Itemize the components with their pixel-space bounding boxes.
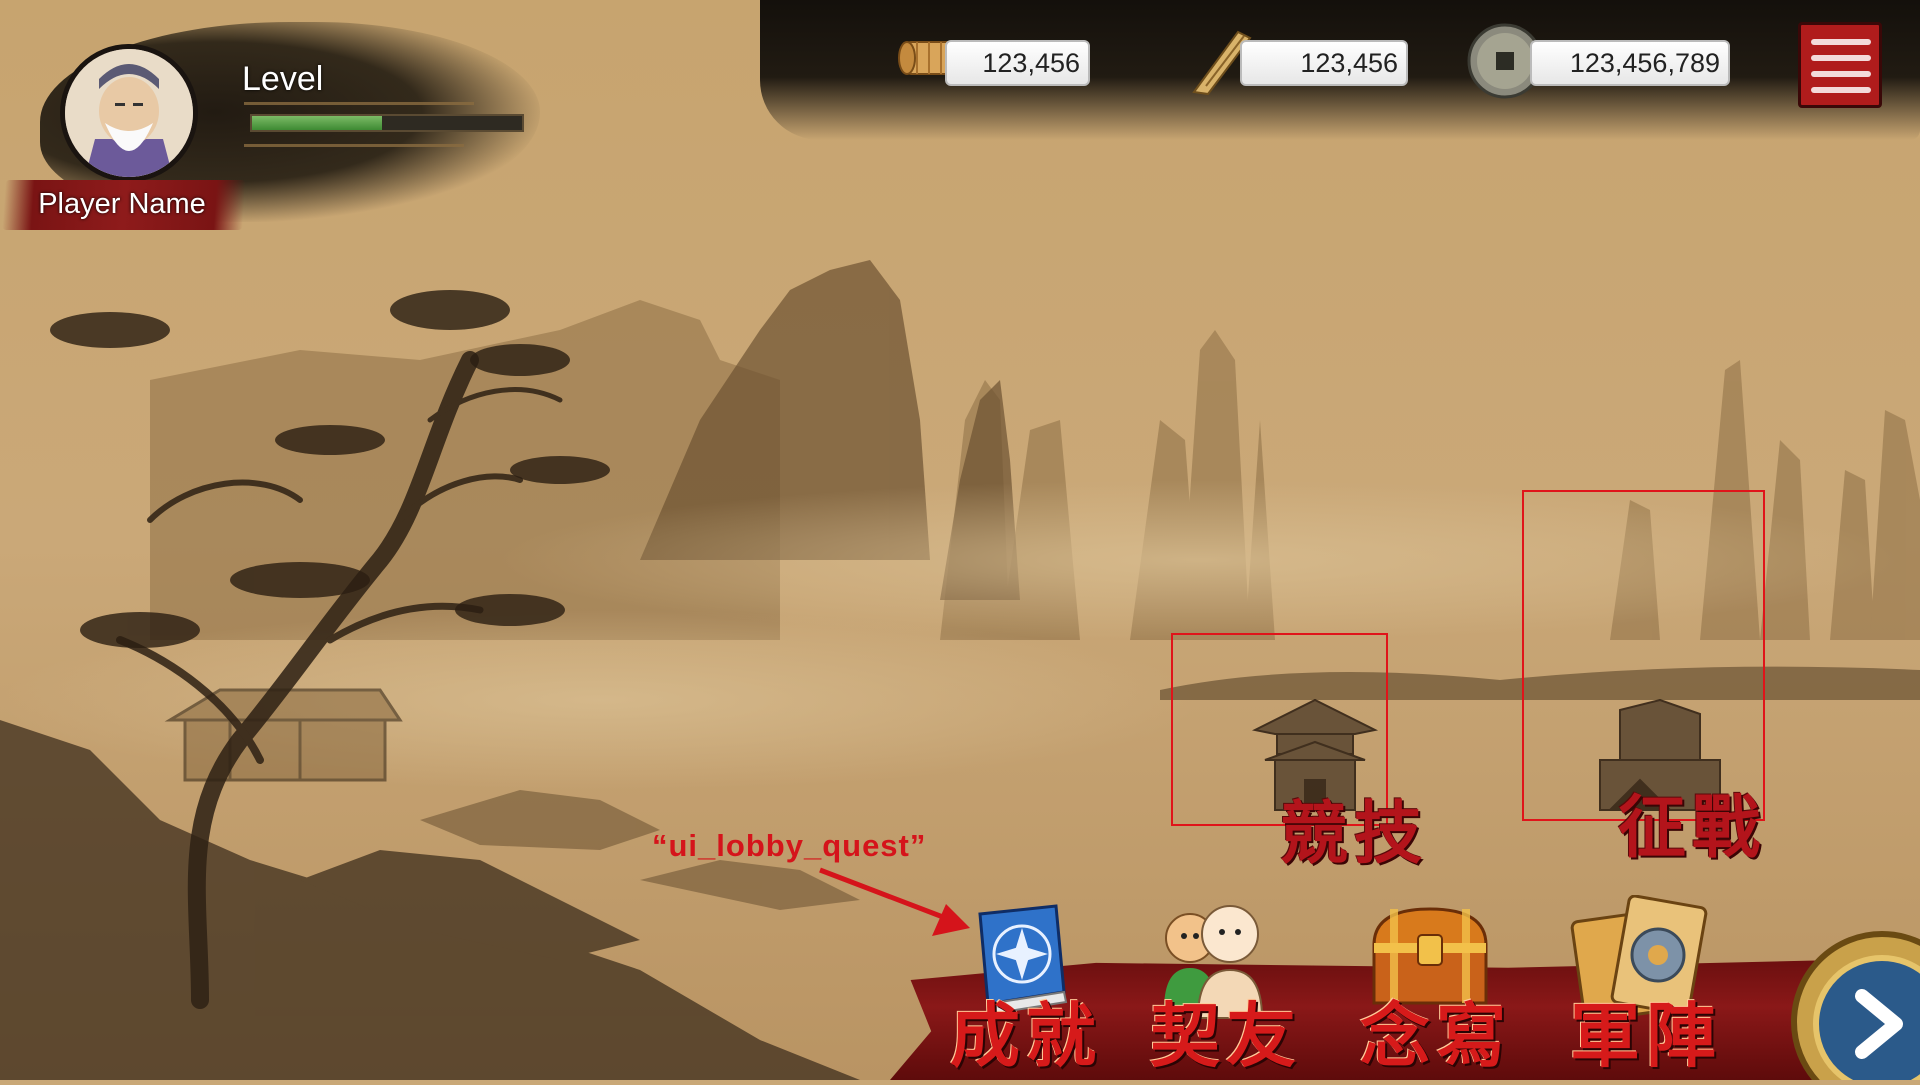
menu-icon (1811, 55, 1871, 61)
scroll-count: 123,456 (945, 40, 1090, 86)
arena-label: 競技 (1280, 794, 1429, 874)
bamboo-slip-count: 123,456 (1240, 40, 1408, 86)
formation-label: 軍陣 (1570, 994, 1722, 1077)
annotation-label: “ui_lobby_quest” (652, 828, 927, 863)
menu-icon (1811, 39, 1871, 45)
quest-label: 成就 (950, 994, 1102, 1077)
level-progress-bar (250, 114, 524, 132)
level-progress-fill (252, 116, 382, 130)
brush-stroke-divider (244, 102, 474, 105)
next-page-button[interactable] (1782, 912, 1920, 1085)
main-menu-button[interactable] (1798, 22, 1882, 108)
friends-label: 契友 (1150, 994, 1302, 1077)
player-panel: Level Player Name (0, 0, 560, 240)
gacha-label: 念寫 (1360, 994, 1512, 1077)
player-avatar[interactable] (60, 44, 198, 182)
brush-stroke-divider (244, 144, 464, 147)
campaign-label: 征戰 (1618, 788, 1767, 868)
coin-count: 123,456,789 (1530, 40, 1730, 86)
chevron-right-icon (1791, 931, 1920, 1085)
menu-icon (1811, 71, 1871, 77)
annotation-arrow-icon (819, 867, 970, 936)
player-name: Player Name (38, 188, 206, 220)
level-label: Level (242, 60, 324, 98)
menu-icon (1811, 87, 1871, 93)
